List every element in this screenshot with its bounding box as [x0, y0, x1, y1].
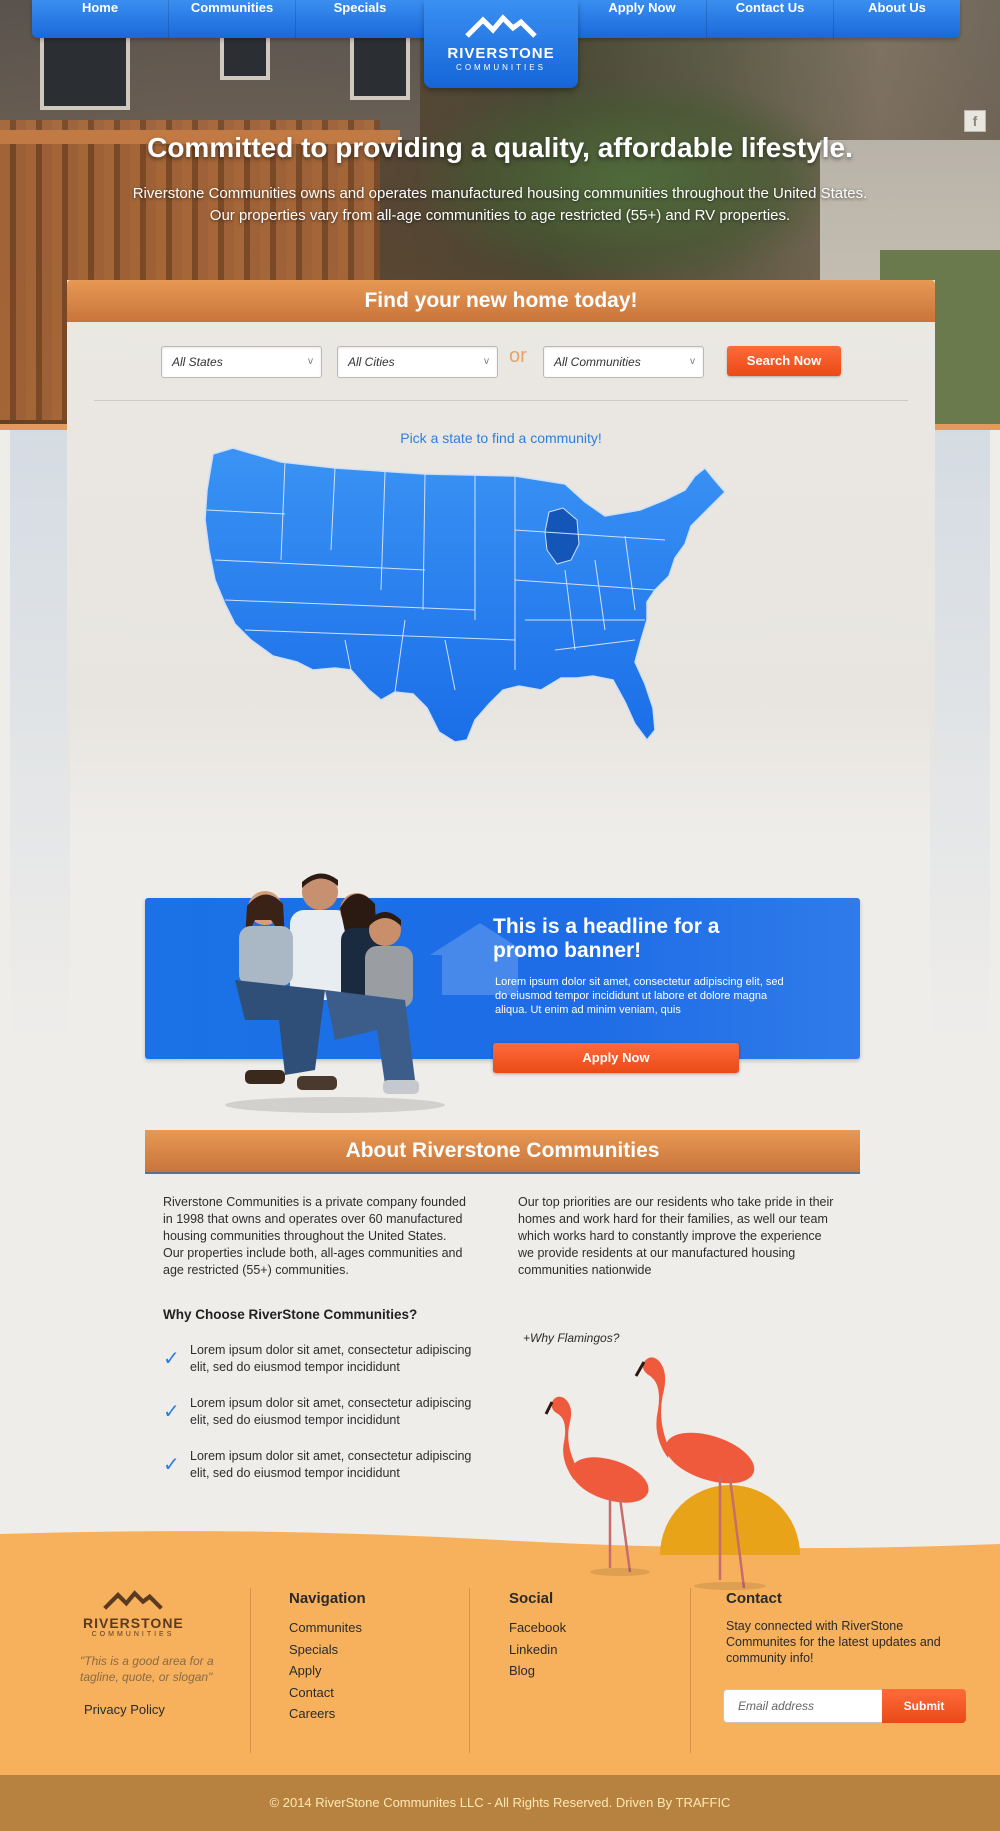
promo-text: Lorem ipsum dolor sit amet, consectetur … [495, 976, 784, 1016]
nav-apply-now[interactable]: Apply Now [578, 0, 706, 38]
checkmark-icon: ✓ [163, 1454, 180, 1476]
why-list-item: ✓ Lorem ipsum dolor sit amet, consectetu… [163, 1448, 483, 1482]
email-field[interactable]: Email address [723, 1689, 883, 1723]
footer-link-communites[interactable]: Communites [289, 1620, 362, 1635]
facebook-icon[interactable]: f [964, 110, 986, 132]
home-finder: Find your new home today! All States v A… [67, 280, 935, 840]
or-label: or [509, 345, 527, 367]
apply-now-button[interactable]: Apply Now [493, 1043, 739, 1073]
hero-text: Riverstone Communities owns and operates… [132, 185, 868, 224]
chevron-down-icon: v [690, 356, 695, 367]
states-select[interactable]: All States v [161, 346, 322, 378]
flamingos-illustration [544, 1357, 800, 1590]
footer-link-blog[interactable]: Blog [509, 1663, 535, 1678]
logo-name: RIVERSTONE [447, 45, 555, 62]
communities-select-value: All Communities [554, 355, 641, 369]
why-list-item-text: Lorem ipsum dolor sit amet, consectetur … [190, 1449, 472, 1480]
about-title: About Riverstone Communities [145, 1130, 860, 1174]
footer-contact-text: Stay connected with RiverStone Communite… [726, 1619, 941, 1665]
footer-link-careers[interactable]: Careers [289, 1706, 335, 1721]
copyright: © 2014 RiverStone Communites LLC - All R… [0, 1775, 1000, 1831]
footer-link-apply[interactable]: Apply [289, 1663, 322, 1678]
about-column-2: Our top priorities are our residents who… [518, 1195, 834, 1277]
checkmark-icon: ✓ [163, 1348, 180, 1370]
why-choose-title: Why Choose RiverStone Communities? [163, 1307, 418, 1322]
footer-logo[interactable]: RIVERSTONE COMMUNITIES [83, 1590, 183, 1638]
us-mainland-shape[interactable] [204, 447, 727, 743]
footer-link-specials[interactable]: Specials [289, 1642, 338, 1657]
roof-mountains-logo-icon [465, 14, 537, 38]
family-photo [225, 873, 445, 1113]
footer-link-facebook[interactable]: Facebook [509, 1620, 566, 1635]
nav-contact-us[interactable]: Contact Us [707, 0, 833, 38]
footer-navigation-title: Navigation [289, 1590, 366, 1607]
logo[interactable]: RIVERSTONE COMMUNITIES [424, 0, 578, 88]
nav-communities[interactable]: Communities [169, 0, 295, 38]
submit-button[interactable]: Submit [882, 1689, 966, 1723]
side-glow [10, 430, 70, 1050]
nav-about-us[interactable]: About Us [834, 0, 960, 38]
chevron-down-icon: v [484, 356, 489, 367]
nav-home[interactable]: Home [32, 0, 168, 38]
logo-subtitle: COMMUNITIES [456, 63, 546, 72]
footer-logo-subtitle: COMMUNITIES [91, 1631, 175, 1638]
footer-contact-title: Contact [726, 1590, 782, 1607]
checkmark-icon: ✓ [163, 1401, 180, 1423]
footer-logo-name: RIVERSTONE [83, 1615, 184, 1631]
side-glow [930, 430, 990, 1050]
communities-select[interactable]: All Communities v [543, 346, 704, 378]
why-list-item-text: Lorem ipsum dolor sit amet, consectetur … [190, 1343, 472, 1374]
why-list-item-text: Lorem ipsum dolor sit amet, consectetur … [190, 1396, 472, 1427]
us-states-map[interactable] [185, 440, 815, 820]
cities-select-value: All Cities [348, 355, 395, 369]
footer-link-linkedin[interactable]: Linkedin [509, 1642, 557, 1657]
why-list-item: ✓ Lorem ipsum dolor sit amet, consectetu… [163, 1395, 483, 1429]
privacy-policy-link[interactable]: Privacy Policy [84, 1702, 165, 1717]
footer-link-contact[interactable]: Contact [289, 1685, 334, 1700]
cities-select[interactable]: All Cities v [337, 346, 498, 378]
footer-divider [469, 1588, 470, 1753]
promo-title: This is a headline for a promo banner! [493, 915, 720, 962]
why-list-item: ✓ Lorem ipsum dolor sit amet, consectetu… [163, 1342, 483, 1376]
footer-divider [690, 1588, 691, 1753]
about-column-1: Riverstone Communities is a private comp… [163, 1195, 466, 1277]
chevron-down-icon: v [308, 356, 313, 367]
finder-title: Find your new home today! [67, 280, 935, 322]
finder-divider [94, 400, 908, 401]
footer-social-title: Social [509, 1590, 554, 1607]
states-select-value: All States [172, 355, 223, 369]
roof-mountains-logo-icon [103, 1590, 163, 1610]
footer-tagline: "This is a good area for a tagline, quot… [80, 1654, 214, 1684]
footer-divider [250, 1588, 251, 1753]
search-now-button[interactable]: Search Now [727, 346, 841, 376]
hero-tree [420, 80, 840, 280]
nav-specials[interactable]: Specials [296, 0, 424, 38]
hero-title: Committed to providing a quality, afford… [147, 132, 853, 163]
